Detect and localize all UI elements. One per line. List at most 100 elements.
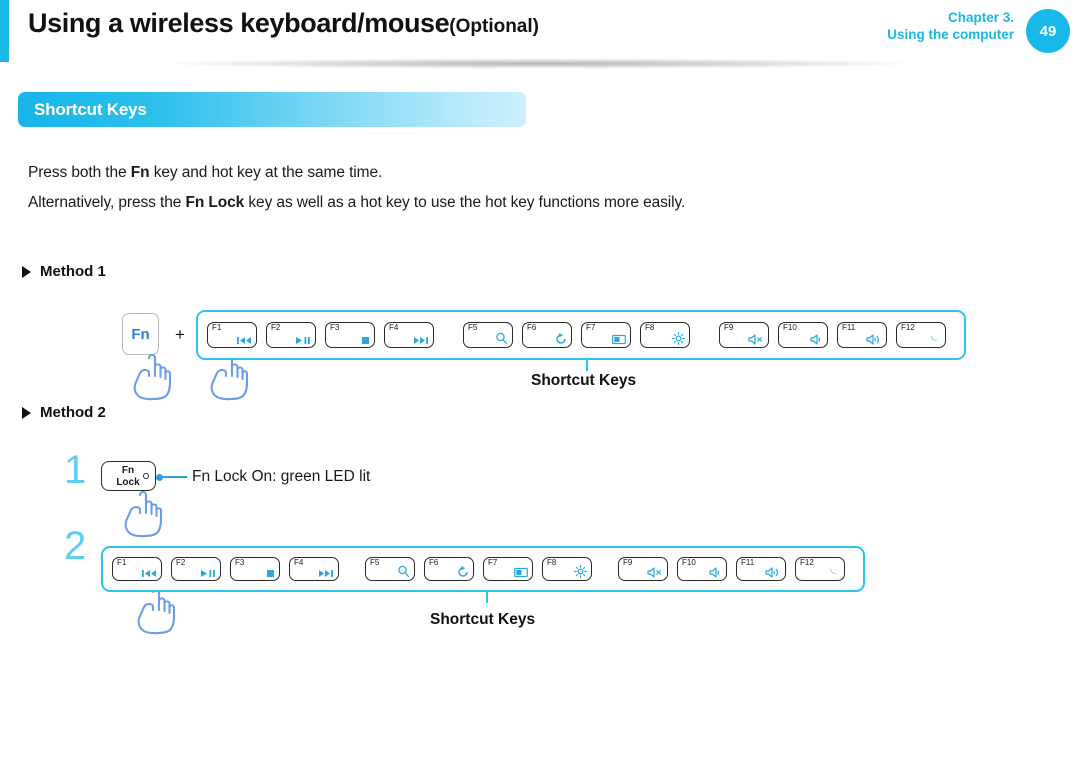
method-2-heading-label: Method 2 <box>40 404 106 421</box>
fn-lock-led-indicator <box>143 473 149 479</box>
key-f4[interactable]: F4 <box>384 322 434 348</box>
key-f11-label: F11 <box>842 323 856 332</box>
key-f4-m2[interactable]: F4 <box>289 557 339 581</box>
key-group-system: F5 F6 F7 F8 <box>463 322 699 348</box>
fn-lock-line-1: Fn <box>121 465 135 476</box>
key-f2-m2[interactable]: F2 <box>171 557 221 581</box>
key-f11-m2[interactable]: F11 <box>736 557 786 581</box>
key-f4-label: F4 <box>389 323 399 332</box>
callout-label-method2: Shortcut Keys <box>430 611 536 628</box>
instruction-line-1: Press both the Fn key and hot key at the… <box>28 164 382 182</box>
fn-lock-key[interactable]: Fn Lock <box>101 461 156 491</box>
callout-label-method1: Shortcut Keys <box>531 372 637 389</box>
volume-down-icon <box>709 567 722 578</box>
volume-down-icon <box>810 334 823 345</box>
key-f12[interactable]: F12 <box>896 322 946 348</box>
page-header: Using a wireless keyboard/mouse(Optional… <box>0 0 1080 62</box>
next-track-icon <box>414 336 429 345</box>
key-f5-label: F5 <box>468 323 478 332</box>
fn-key[interactable]: Fn <box>122 313 159 355</box>
key-f9[interactable]: F9 <box>719 322 769 348</box>
key-f8-m2-label: F8 <box>547 558 557 567</box>
triangle-bullet-icon-2 <box>22 406 31 419</box>
brightness-icon <box>672 332 685 345</box>
key-f3-m2-label: F3 <box>235 558 245 567</box>
method-1-heading: Method 1 <box>22 263 106 280</box>
volume-mute-icon <box>647 567 663 578</box>
key-f8-m2[interactable]: F8 <box>542 557 592 581</box>
search-icon <box>397 565 410 578</box>
instruction-line-1-key: Fn <box>130 164 150 181</box>
shortcut-key-strip-method2: F1 F2 F3 F4 F5 F6 F7 F8 F9 F10 F11 F12 <box>101 546 865 592</box>
chapter-indicator: Chapter 3. Using the computer <box>887 10 1014 44</box>
method-2-heading: Method 2 <box>22 404 106 421</box>
key-f7-label: F7 <box>586 323 596 332</box>
step-number-1: 1 <box>64 448 87 492</box>
key-f8[interactable]: F8 <box>640 322 690 348</box>
key-group-media: F1 F2 F3 F4 <box>207 322 443 348</box>
chapter-title-label: Using the computer <box>887 26 1014 42</box>
key-f2-m2-label: F2 <box>176 558 186 567</box>
page-root: Using a wireless keyboard/mouse(Optional… <box>0 0 1080 766</box>
refresh-icon <box>457 566 469 578</box>
key-f5[interactable]: F5 <box>463 322 513 348</box>
method-1-heading-label: Method 1 <box>40 263 106 280</box>
key-f5-m2-label: F5 <box>370 558 380 567</box>
next-track-icon <box>319 569 334 578</box>
key-group-media-2: F1 F2 F3 F4 <box>112 557 348 581</box>
header-accent-bar <box>0 0 9 62</box>
key-f7-m2[interactable]: F7 <box>483 557 533 581</box>
display-switch-icon <box>514 567 528 578</box>
key-f11-m2-label: F11 <box>741 558 755 567</box>
instruction-line-2: Alternatively, press the Fn Lock key as … <box>28 194 685 212</box>
key-f12-label: F12 <box>901 323 915 332</box>
key-f9-m2-label: F9 <box>623 558 633 567</box>
sleep-moon-icon <box>928 332 941 345</box>
prev-track-icon <box>142 569 157 578</box>
key-f12-m2[interactable]: F12 <box>795 557 845 581</box>
key-f10-m2[interactable]: F10 <box>677 557 727 581</box>
key-f1[interactable]: F1 <box>207 322 257 348</box>
key-f6[interactable]: F6 <box>522 322 572 348</box>
key-f8-label: F8 <box>645 323 655 332</box>
pointing-hand-icon-fn <box>127 349 173 401</box>
page-title-optional: (Optional) <box>449 16 539 37</box>
key-f3[interactable]: F3 <box>325 322 375 348</box>
key-f1-m2[interactable]: F1 <box>112 557 162 581</box>
key-f5-m2[interactable]: F5 <box>365 557 415 581</box>
key-f10[interactable]: F10 <box>778 322 828 348</box>
key-group-volume-2: F9 F10 F11 F12 <box>618 557 854 581</box>
fn-lock-line-2: Lock <box>116 476 140 488</box>
volume-mute-icon <box>748 334 764 345</box>
key-f2[interactable]: F2 <box>266 322 316 348</box>
play-pause-icon <box>201 569 216 578</box>
key-group-system-2: F5 F6 F7 F8 <box>365 557 601 581</box>
pointing-hand-icon-fnlock <box>118 486 164 538</box>
prev-track-icon <box>237 336 252 345</box>
brightness-icon <box>574 565 587 578</box>
shortcut-key-strip-method1: F1 F2 F3 F4 F5 F6 F7 F8 F9 F10 F11 F12 <box>196 310 966 360</box>
instruction-line-1-part-c: key and hot key at the same time. <box>149 164 383 181</box>
key-f9-m2[interactable]: F9 <box>618 557 668 581</box>
page-title-main: Using a wireless keyboard/mouse <box>28 8 450 38</box>
triangle-bullet-icon <box>22 265 31 278</box>
key-f6-m2-label: F6 <box>429 558 439 567</box>
instruction-line-1-part-a: Press both the <box>28 164 131 181</box>
key-f6-m2[interactable]: F6 <box>424 557 474 581</box>
search-icon <box>495 332 508 345</box>
key-f6-label: F6 <box>527 323 537 332</box>
key-f3-m2[interactable]: F3 <box>230 557 280 581</box>
key-f1-m2-label: F1 <box>117 558 127 567</box>
callout-leader-line-method2 <box>486 592 488 603</box>
key-f3-label: F3 <box>330 323 340 332</box>
section-heading-bar: Shortcut Keys <box>18 92 526 127</box>
key-f7-m2-label: F7 <box>488 558 498 567</box>
section-heading-label: Shortcut Keys <box>34 99 147 119</box>
key-f7[interactable]: F7 <box>581 322 631 348</box>
key-f4-m2-label: F4 <box>294 558 304 567</box>
key-f2-label: F2 <box>271 323 281 332</box>
key-f9-label: F9 <box>724 323 734 332</box>
instruction-line-2-key: Fn Lock <box>185 194 245 211</box>
key-f11[interactable]: F11 <box>837 322 887 348</box>
key-f10-label: F10 <box>783 323 797 332</box>
